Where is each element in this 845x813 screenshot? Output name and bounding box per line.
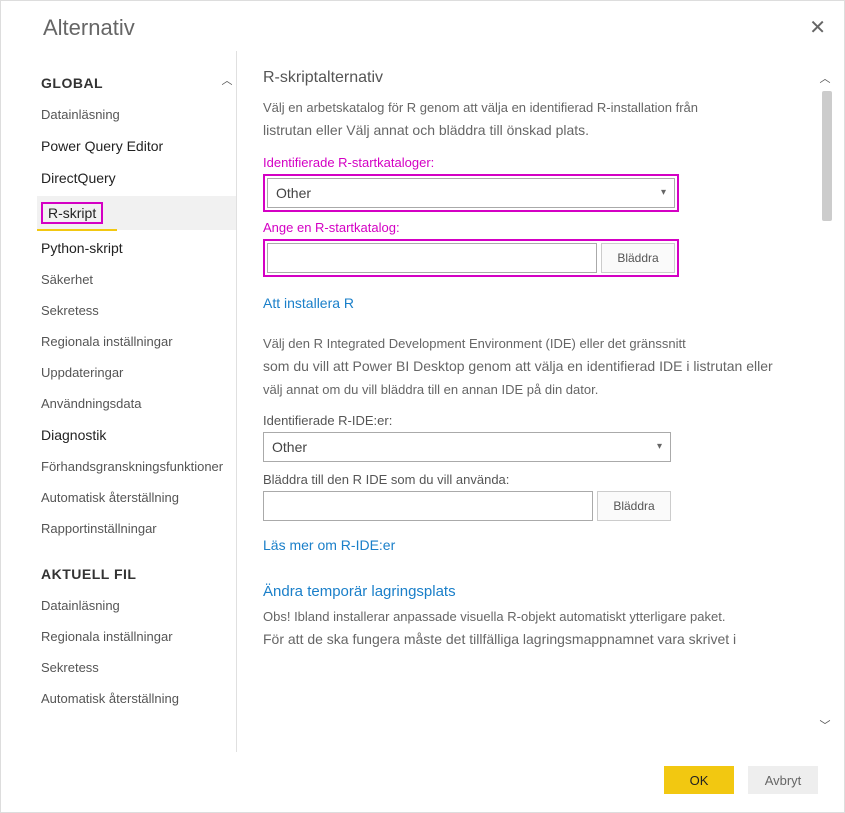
sidebar-item-python-script[interactable]: Python-skript — [37, 234, 236, 262]
chevron-up-icon[interactable]: ︿ — [220, 73, 234, 87]
sidebar-item-diagnostics[interactable]: Diagnostik — [37, 421, 236, 449]
scroll-thumb[interactable] — [822, 91, 832, 221]
main-panel: ︿ ﹀ R-skriptalternativ Välj en arbetskat… — [237, 51, 836, 752]
select-r-ide[interactable]: Other ▾ — [263, 432, 671, 462]
label-set-home: Ange en R-startkatalog: — [263, 220, 818, 235]
sidebar-item-usage-data[interactable]: Användningsdata — [37, 390, 236, 417]
sidebar-item-cf-privacy[interactable]: Sekretess — [37, 654, 236, 681]
chevron-down-icon: ▾ — [661, 187, 666, 198]
browse-home-button[interactable]: Bläddra — [601, 243, 675, 273]
browse-ide-button[interactable]: Bläddra — [597, 491, 671, 521]
chevron-down-icon: ▾ — [657, 441, 662, 452]
link-install-r[interactable]: Att installera R — [263, 295, 354, 311]
dialog-body: ︿ GLOBAL Datainläsning Power Query Edito… — [1, 51, 844, 752]
chevron-down-icon[interactable]: ﹀ — [818, 718, 832, 732]
sidebar-item-directquery[interactable]: DirectQuery — [37, 164, 236, 192]
chevron-up-icon[interactable]: ︿ — [818, 71, 832, 85]
ok-button[interactable]: OK — [664, 766, 734, 794]
label-detected-ide: Identifierade R-IDE:er: — [263, 413, 818, 428]
sidebar-item-data-load[interactable]: Datainläsning — [37, 101, 236, 128]
sidebar-scrollbar[interactable]: ︿ — [220, 73, 234, 87]
link-learn-ide[interactable]: Läs mer om R-IDE:er — [263, 537, 395, 553]
sidebar-item-updates[interactable]: Uppdateringar — [37, 359, 236, 386]
sidebar-item-report-settings[interactable]: Rapportinställningar — [37, 515, 236, 542]
highlight-detected-home: Other ▾ — [263, 174, 679, 212]
cancel-button[interactable]: Avbryt — [748, 766, 818, 794]
select-r-ide-value: Other — [272, 439, 307, 455]
sidebar-item-r-script[interactable]: R-skript — [37, 196, 236, 230]
sidebar-item-cf-autorecover[interactable]: Automatisk återställning — [37, 685, 236, 712]
sidebar-item-cf-regional[interactable]: Regionala inställningar — [37, 623, 236, 650]
select-r-home-value: Other — [276, 185, 311, 201]
dialog-footer: OK Avbryt — [1, 752, 844, 812]
label-detected-home: Identifierade R-startkataloger: — [263, 155, 818, 170]
sidebar-item-cf-data-load[interactable]: Datainläsning — [37, 592, 236, 619]
sidebar-section-global: GLOBAL — [37, 71, 236, 101]
sidebar-item-power-query[interactable]: Power Query Editor — [37, 132, 236, 160]
label-browse-ide: Bläddra till den R IDE som du vill använ… — [263, 472, 818, 487]
input-r-home[interactable] — [267, 243, 597, 273]
sidebar-item-preview-features[interactable]: Förhandsgranskningsfunktioner — [37, 453, 236, 480]
close-icon[interactable]: ✕ — [809, 15, 826, 40]
description-ide: Välj den R Integrated Development Enviro… — [263, 333, 818, 401]
section-heading-r-options: R-skriptalternativ — [263, 69, 818, 87]
sidebar: ︿ GLOBAL Datainläsning Power Query Edito… — [37, 51, 237, 752]
input-r-ide[interactable] — [263, 491, 593, 521]
heading-temp-storage: Ändra temporär lagringsplats — [263, 583, 818, 600]
titlebar: Alternativ — [1, 1, 844, 51]
highlight-set-home: Bläddra — [263, 239, 679, 277]
select-r-home[interactable]: Other ▾ — [267, 178, 675, 208]
sidebar-item-regional[interactable]: Regionala inställningar — [37, 328, 236, 355]
sidebar-section-current-file: AKTUELL FIL — [37, 562, 236, 592]
description-home: Välj en arbetskatalog för R genom att vä… — [263, 97, 818, 143]
options-dialog: ✕ Alternativ ︿ GLOBAL Datainläsning Powe… — [0, 0, 845, 813]
sidebar-item-autorecover[interactable]: Automatisk återställning — [37, 484, 236, 511]
sidebar-item-security[interactable]: Säkerhet — [37, 266, 236, 293]
dialog-title: Alternativ — [43, 15, 135, 41]
temp-storage-note: Obs! Ibland installerar anpassade visuel… — [263, 606, 818, 652]
sidebar-item-privacy[interactable]: Sekretess — [37, 297, 236, 324]
